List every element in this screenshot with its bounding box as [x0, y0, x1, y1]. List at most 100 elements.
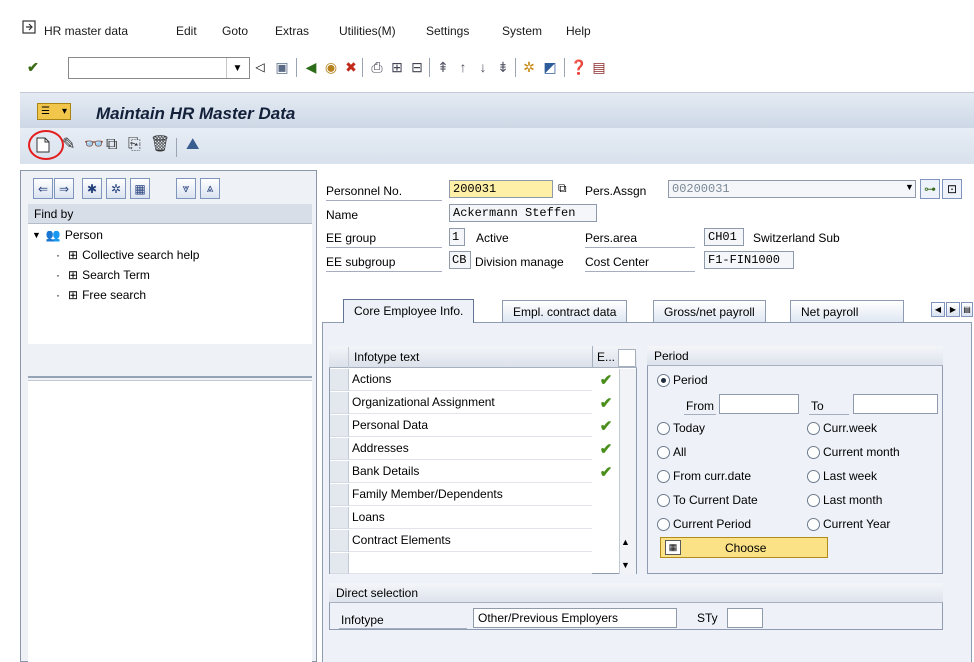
subtype-input[interactable] — [727, 608, 763, 628]
row-selector[interactable] — [330, 438, 349, 460]
save-icon[interactable]: ▣ — [273, 58, 291, 76]
screen-menu-icon[interactable]: ☰ ▾ — [37, 103, 71, 120]
row-selector[interactable] — [330, 507, 349, 529]
column-settings-icon[interactable] — [618, 349, 636, 367]
exit-icon[interactable]: ◉ — [322, 58, 340, 76]
menu-hr-master-data[interactable]: HR master data — [44, 24, 128, 38]
column-header-infotype-text[interactable]: Infotype text — [354, 350, 419, 364]
help-icon[interactable]: ❓ — [570, 58, 588, 76]
pers-assgn-dropdown-icon[interactable]: ▼ — [905, 182, 914, 192]
nav-button-2-icon[interactable]: ✲ — [106, 178, 126, 199]
row-selector[interactable] — [330, 392, 349, 414]
tree-item-free-search[interactable]: · ⊞ Free search — [56, 288, 146, 302]
radio-period[interactable]: Period — [657, 373, 708, 387]
tab-net-payroll[interactable]: Net payroll — [790, 300, 904, 322]
row-selector[interactable] — [330, 461, 349, 483]
last-page-icon[interactable]: ⇟ — [494, 58, 512, 76]
row-selector[interactable] — [330, 484, 349, 506]
table-row[interactable]: Addresses — [349, 438, 592, 460]
next-page-icon[interactable]: ↓ — [474, 58, 492, 76]
nav-button-1-icon[interactable]: ✱ — [82, 178, 102, 199]
cancel-icon[interactable]: ✖ — [342, 58, 360, 76]
column-header-exists[interactable]: E... — [597, 350, 615, 364]
choose-button[interactable]: ▦ Choose — [660, 537, 828, 558]
tab-gross-net-payroll[interactable]: Gross/net payroll — [653, 300, 766, 322]
tab-empl-contract-data[interactable]: Empl. contract data — [502, 300, 628, 322]
copy-icon[interactable]: ⧉ — [106, 137, 117, 153]
row-selector[interactable] — [330, 553, 349, 574]
menu-settings[interactable]: Settings — [426, 24, 469, 38]
previous-page-icon[interactable]: ↑ — [454, 58, 472, 76]
row-selector[interactable] — [330, 415, 349, 437]
delete-icon[interactable]: 🗑 — [150, 137, 170, 153]
tab-scroll-left-icon[interactable]: ◀ — [931, 302, 945, 317]
nav-forward-icon[interactable]: ⇒ — [54, 178, 74, 199]
table-row-empty[interactable] — [349, 553, 592, 574]
org-structure-icon[interactable]: ⊶ — [920, 179, 940, 199]
table-row[interactable]: Bank Details — [349, 461, 592, 483]
overview-icon[interactable]: ⛰ — [186, 137, 199, 153]
menu-system[interactable]: System — [502, 24, 542, 38]
table-row[interactable]: Contract Elements — [349, 530, 592, 552]
history-back-icon[interactable]: ◁ — [251, 58, 269, 76]
menu-extras[interactable]: Extras — [275, 24, 309, 38]
delimit-icon[interactable]: ⎘ — [128, 137, 141, 153]
pers-assgn-field[interactable]: 00200031 — [668, 180, 916, 198]
find-icon[interactable]: ⊞ — [388, 58, 406, 76]
panel-splitter[interactable] — [28, 344, 312, 378]
multiple-selection-icon[interactable]: ⧉ — [558, 181, 574, 197]
to-date-input[interactable] — [853, 394, 938, 414]
back-icon[interactable]: ◀ — [302, 58, 320, 76]
from-date-input[interactable] — [719, 394, 799, 414]
infotype-input[interactable] — [473, 608, 677, 628]
assignment-details-icon[interactable]: ⊡ — [942, 179, 962, 199]
first-page-icon[interactable]: ⇞ — [434, 58, 452, 76]
create-session-icon[interactable]: ✲ — [520, 58, 538, 76]
table-row[interactable]: Organizational Assignment — [349, 392, 592, 414]
nav-back-icon[interactable]: ⇐ — [33, 178, 53, 199]
generate-shortcut-icon[interactable]: ◩ — [541, 58, 559, 76]
menu-utilities[interactable]: Utilities(M) — [339, 24, 396, 38]
radio-to-current-date[interactable]: To Current Date — [657, 493, 758, 507]
radio-curr-week[interactable]: Curr.week — [807, 421, 877, 435]
command-field[interactable] — [68, 57, 250, 79]
radio-current-month[interactable]: Current month — [807, 445, 900, 459]
command-history-dropdown-icon[interactable]: ▼ — [226, 58, 248, 78]
tree-item-search-term[interactable]: · ⊞ Search Term — [56, 268, 150, 282]
menu-toggle-icon[interactable] — [22, 20, 36, 34]
select-all-cell[interactable] — [330, 347, 349, 368]
radio-current-period[interactable]: Current Period — [657, 517, 751, 531]
layout-menu-icon[interactable]: ▤ — [590, 58, 608, 76]
radio-from-curr-date[interactable]: From curr.date — [657, 469, 751, 483]
table-row[interactable]: Personal Data — [349, 415, 592, 437]
menu-goto[interactable]: Goto — [222, 24, 248, 38]
tree-item-collective-search[interactable]: · ⊞ Collective search help — [56, 248, 199, 262]
tab-scroll-right-icon[interactable]: ▶ — [946, 302, 960, 317]
table-row[interactable]: Family Member/Dependents — [349, 484, 592, 506]
tab-core-employee-info[interactable]: Core Employee Info. — [343, 299, 475, 323]
change-icon[interactable]: ✎ — [62, 137, 75, 153]
tree-node-person[interactable]: ▼ 👥 Person — [32, 228, 103, 242]
row-selector[interactable] — [330, 369, 349, 391]
row-selector[interactable] — [330, 530, 349, 552]
radio-today[interactable]: Today — [657, 421, 705, 435]
scroll-up-icon[interactable]: ▲ — [621, 537, 630, 547]
find-next-icon[interactable]: ⊟ — [408, 58, 426, 76]
table-row[interactable]: Loans — [349, 507, 592, 529]
radio-last-week[interactable]: Last week — [807, 469, 877, 483]
nav-expand-icon[interactable]: ⩓ — [200, 178, 220, 199]
nav-collapse-icon[interactable]: ⩔ — [176, 178, 196, 199]
expand-arrow-icon[interactable]: ▼ — [32, 230, 41, 240]
print-icon[interactable]: ⎙ — [368, 58, 386, 76]
nav-button-3-icon[interactable]: ▦ — [130, 178, 150, 199]
personnel-no-field[interactable]: 200031 — [449, 180, 553, 198]
menu-edit[interactable]: Edit — [176, 24, 197, 38]
radio-current-year[interactable]: Current Year — [807, 517, 890, 531]
radio-last-month[interactable]: Last month — [807, 493, 882, 507]
scroll-down-icon[interactable]: ▼ — [621, 560, 630, 570]
enter-icon[interactable]: ✔ — [24, 58, 42, 76]
table-row[interactable]: Actions — [349, 369, 592, 391]
tab-list-icon[interactable]: ▤ — [961, 302, 973, 317]
menu-help[interactable]: Help — [566, 24, 591, 38]
radio-all[interactable]: All — [657, 445, 686, 459]
